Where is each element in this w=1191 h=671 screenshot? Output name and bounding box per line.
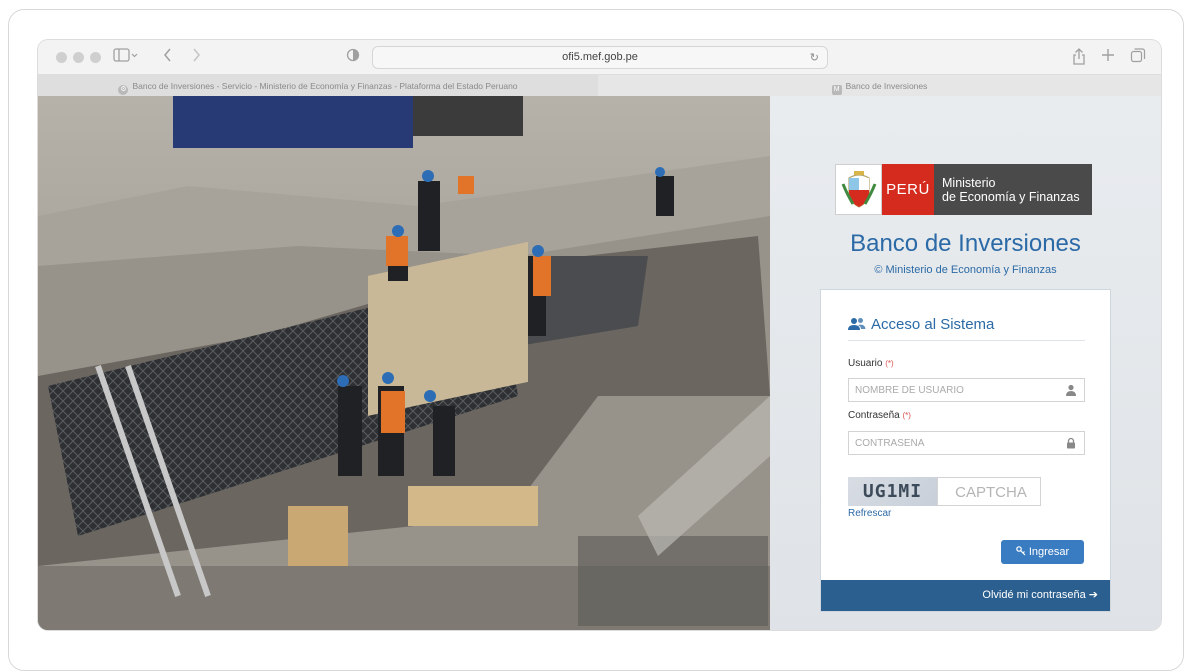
captcha-field[interactable] bbox=[937, 477, 1044, 507]
page-content: PERÚ Ministerio de Economía y Finanzas B… bbox=[38, 96, 1161, 630]
peru-label: PERÚ bbox=[882, 164, 934, 215]
arrow-right-icon: ➔ bbox=[1088, 589, 1098, 601]
ministry-line2: de Economía y Finanzas bbox=[942, 190, 1080, 204]
captcha-image: UG1MI bbox=[848, 477, 937, 506]
browser-toolbar: ofi5.mef.gob.pe ↻ bbox=[38, 40, 1161, 74]
reload-icon[interactable]: ↻ bbox=[810, 47, 819, 68]
window-zoom-button[interactable] bbox=[90, 52, 101, 63]
ministry-line1: Ministerio bbox=[942, 176, 996, 190]
page-title: Banco de Inversiones bbox=[850, 230, 1081, 257]
mef-logo: PERÚ Ministerio de Economía y Finanzas bbox=[835, 164, 1092, 215]
password-label-text: Contraseña bbox=[848, 410, 900, 421]
share-icon[interactable] bbox=[1072, 47, 1086, 67]
login-panel: Acceso al Sistema Usuario (*) Contraseña… bbox=[820, 289, 1111, 612]
tab-banco-servicio[interactable]: ⚙ Banco de Inversiones - Servicio - Minis… bbox=[38, 75, 598, 97]
window-minimize-button[interactable] bbox=[73, 52, 84, 63]
captcha-input[interactable] bbox=[938, 478, 1044, 507]
new-tab-plus-icon[interactable] bbox=[1101, 47, 1115, 67]
refresh-captcha-link[interactable]: Refrescar bbox=[848, 508, 891, 519]
heading-divider bbox=[848, 340, 1085, 341]
gob-pe-icon: ⚙ bbox=[118, 85, 129, 95]
forgot-password-text: Olvidé mi contraseña bbox=[982, 589, 1086, 601]
username-input[interactable] bbox=[849, 379, 1060, 401]
submit-button-label: Ingresar bbox=[1028, 546, 1070, 558]
login-heading: Acceso al Sistema bbox=[848, 316, 994, 333]
user-label-text: Usuario bbox=[848, 358, 883, 369]
tab-bar: ⚙ Banco de Inversiones - Servicio - Minis… bbox=[38, 74, 1161, 97]
required-mark: (*) bbox=[902, 411, 911, 420]
tab-banco-inversiones[interactable]: M Banco de Inversiones bbox=[598, 75, 1161, 97]
tab-label: Banco de Inversiones bbox=[845, 81, 928, 91]
tab-overview-icon[interactable] bbox=[1130, 47, 1146, 67]
submit-button[interactable]: Ingresar bbox=[1001, 540, 1084, 564]
password-field[interactable] bbox=[848, 431, 1085, 455]
lock-icon bbox=[1067, 437, 1075, 449]
users-icon bbox=[848, 318, 866, 330]
password-input[interactable] bbox=[849, 432, 1060, 454]
user-icon bbox=[1066, 384, 1076, 396]
username-field[interactable] bbox=[848, 378, 1085, 402]
sidebar-toggle-icon[interactable] bbox=[113, 47, 139, 67]
address-bar-url: ofi5.mef.gob.pe bbox=[562, 51, 638, 63]
ministry-label: Ministerio de Economía y Finanzas bbox=[934, 164, 1092, 215]
privacy-shield-icon[interactable] bbox=[346, 47, 360, 67]
login-area: PERÚ Ministerio de Economía y Finanzas B… bbox=[770, 96, 1161, 630]
window-close-button[interactable] bbox=[56, 52, 67, 63]
key-icon bbox=[1016, 546, 1026, 556]
page-subtitle: © Ministerio de Economía y Finanzas bbox=[874, 264, 1057, 276]
password-label: Contraseña (*) bbox=[848, 410, 911, 421]
required-mark: (*) bbox=[885, 359, 894, 368]
browser-window: ofi5.mef.gob.pe ↻ ⚙ Banco de Inversiones … bbox=[38, 40, 1161, 630]
forgot-password-link[interactable]: Olvidé mi contraseña ➔ bbox=[821, 580, 1110, 611]
peru-coat-of-arms-icon bbox=[835, 164, 882, 215]
back-arrow-icon[interactable] bbox=[162, 47, 174, 67]
tab-label: Banco de Inversiones - Servicio - Minist… bbox=[132, 81, 518, 91]
m-favicon-icon: M bbox=[831, 85, 842, 95]
construction-site-photo bbox=[38, 96, 770, 630]
forward-arrow-icon[interactable] bbox=[190, 47, 202, 67]
login-heading-text: Acceso al Sistema bbox=[871, 316, 995, 333]
user-label: Usuario (*) bbox=[848, 358, 894, 369]
address-bar[interactable]: ofi5.mef.gob.pe ↻ bbox=[372, 46, 828, 69]
